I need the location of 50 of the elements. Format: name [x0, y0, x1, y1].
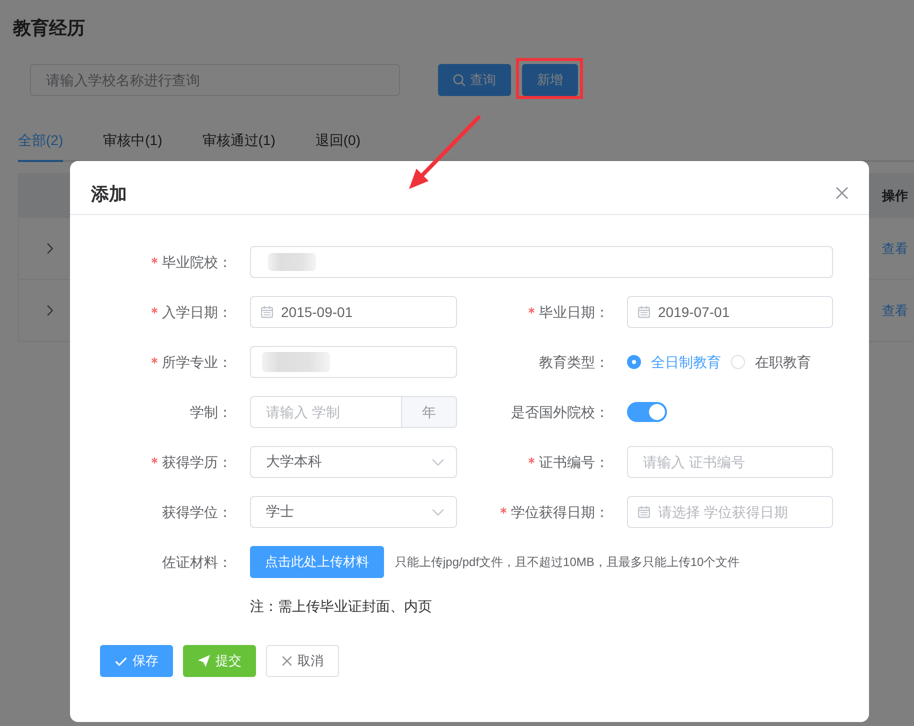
field-label: 是否国外院校： [511, 402, 609, 422]
cancel-button[interactable]: 取消 [266, 645, 339, 677]
select-field[interactable]: 学士 [250, 496, 457, 528]
close-icon [282, 656, 292, 666]
field-label: 获得学位： [162, 502, 232, 522]
expand-chevron-icon[interactable] [47, 305, 53, 316]
date-picker-field[interactable]: 2019-07-01 [627, 296, 833, 328]
radio-option[interactable]: 全日制教育 [627, 352, 721, 372]
unit-addon: 年 [402, 396, 457, 428]
field-label: 学制： [190, 402, 232, 422]
save-button[interactable]: 保存 [100, 645, 173, 677]
field-label: 入学日期： [162, 302, 232, 322]
chevron-down-icon [432, 459, 444, 466]
field-label: 证书编号： [539, 452, 609, 472]
text-field[interactable]: 请输入 证书编号 [627, 446, 833, 478]
paper-plane-icon [198, 655, 210, 667]
search-icon [453, 74, 465, 86]
date-picker-field[interactable]: 请选择 学位获得日期 [627, 496, 833, 528]
text-field[interactable] [250, 346, 457, 378]
calendar-icon [638, 306, 650, 318]
tab[interactable]: 审核中(1) [103, 120, 162, 162]
radio-option[interactable]: 在职教育 [731, 352, 811, 372]
field-label: 所学专业： [162, 352, 232, 372]
field-label: 学位获得日期： [511, 502, 609, 522]
close-icon[interactable] [836, 187, 848, 199]
field-label: 毕业日期： [539, 302, 609, 322]
calendar-icon [261, 306, 273, 318]
chevron-down-icon [432, 509, 444, 516]
field-label: 教育类型： [539, 352, 609, 372]
upload-button[interactable]: 点击此处上传材料 [250, 546, 384, 578]
text-field[interactable] [250, 246, 833, 278]
calendar-icon [638, 506, 650, 518]
date-picker-field[interactable]: 2015-09-01 [250, 296, 457, 328]
column-header: 操作 [880, 186, 909, 205]
toggle-switch[interactable] [627, 402, 667, 422]
field-label: 佐证材料： [162, 552, 232, 572]
tab[interactable]: 退回(0) [315, 120, 360, 162]
note-text: 注：需上传毕业证封面、内页 [250, 598, 432, 614]
dialog-title: 添加 [91, 183, 127, 205]
tab[interactable]: 审核通过(1) [202, 120, 276, 162]
field-label: 毕业院校： [162, 252, 232, 272]
expand-chevron-icon[interactable] [47, 243, 53, 254]
page-title: 教育经历 [13, 17, 85, 39]
text-field[interactable]: 请输入 学制 [250, 396, 402, 428]
field-label: 获得学历： [162, 452, 232, 472]
check-icon [114, 656, 126, 666]
select-field[interactable]: 大学本科 [250, 446, 457, 478]
upload-hint: 只能上传jpg/pdf文件，且不超过10MB，且最多只能上传10个文件 [395, 554, 740, 571]
submit-button[interactable]: 提交 [183, 645, 256, 677]
search-field[interactable]: 请输入学校名称进行查询 [30, 64, 400, 96]
